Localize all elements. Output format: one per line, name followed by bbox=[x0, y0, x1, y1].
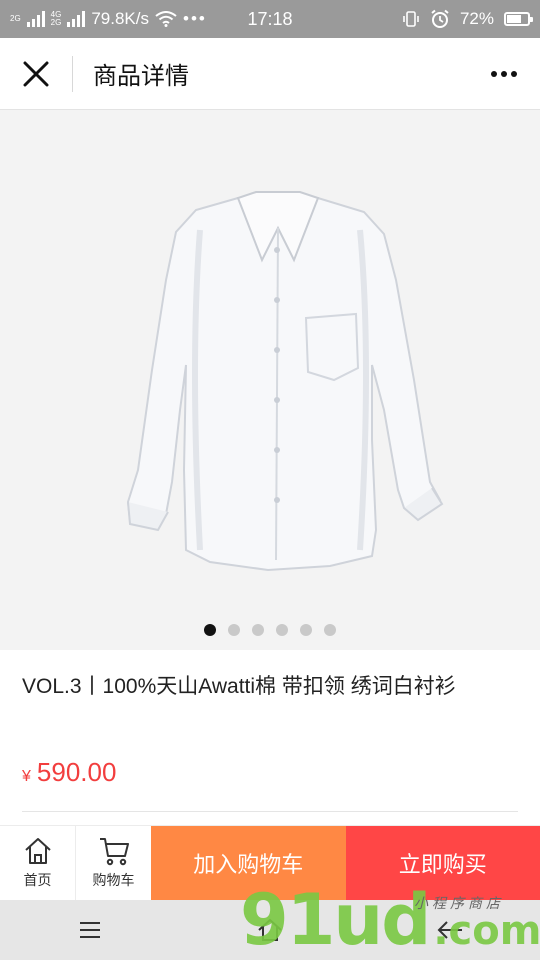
more-notifications-icon: ••• bbox=[183, 9, 207, 29]
home-outline-icon bbox=[257, 918, 283, 942]
vibrate-icon bbox=[402, 10, 420, 28]
menu-icon bbox=[78, 921, 102, 939]
back-button[interactable] bbox=[420, 900, 480, 960]
system-nav-bar bbox=[0, 900, 540, 960]
signal-icon-2 bbox=[67, 11, 85, 27]
net-speed: 79.8K/s bbox=[91, 9, 149, 29]
more-button[interactable] bbox=[468, 38, 540, 110]
add-to-cart-button[interactable]: 加入购物车 bbox=[151, 826, 346, 900]
home-label: 首页 bbox=[24, 870, 52, 890]
nav-divider bbox=[72, 56, 73, 92]
network-type: 4G2G bbox=[51, 11, 62, 27]
product-price: ¥ 590.00 bbox=[22, 757, 116, 788]
carousel-dot[interactable] bbox=[204, 624, 216, 636]
page-title: 商品详情 bbox=[93, 56, 189, 91]
carousel-dot[interactable] bbox=[300, 624, 312, 636]
home-icon bbox=[23, 836, 53, 866]
home-button[interactable]: 首页 bbox=[0, 826, 75, 900]
more-dot bbox=[491, 71, 497, 77]
carousel-dots bbox=[0, 624, 540, 636]
more-dot bbox=[501, 71, 507, 77]
close-icon bbox=[23, 61, 49, 87]
price-amount: 590.00 bbox=[37, 757, 117, 788]
status-bar: 2G 4G2G 79.8K/s ••• 17:18 72% bbox=[0, 0, 540, 38]
signal-icon bbox=[27, 11, 45, 27]
sim-tag: 2G bbox=[10, 15, 21, 23]
nav-bar: 商品详情 bbox=[0, 38, 540, 110]
menu-button[interactable] bbox=[60, 900, 120, 960]
close-button[interactable] bbox=[0, 38, 72, 110]
battery-icon bbox=[504, 12, 530, 26]
cart-icon bbox=[98, 836, 130, 866]
carousel-dot[interactable] bbox=[276, 624, 288, 636]
carousel-dot[interactable] bbox=[228, 624, 240, 636]
cart-label: 购物车 bbox=[93, 870, 135, 890]
status-left: 2G 4G2G 79.8K/s ••• bbox=[10, 9, 207, 29]
back-arrow-icon bbox=[436, 920, 464, 940]
carousel-dot[interactable] bbox=[252, 624, 264, 636]
currency-symbol: ¥ bbox=[22, 768, 31, 786]
status-right: 72% bbox=[402, 9, 530, 29]
wifi-icon bbox=[155, 11, 177, 27]
divider bbox=[22, 811, 518, 812]
product-gallery[interactable] bbox=[0, 110, 540, 650]
alarm-icon bbox=[430, 9, 450, 29]
carousel-dot[interactable] bbox=[324, 624, 336, 636]
more-dot bbox=[511, 71, 517, 77]
system-home-button[interactable] bbox=[240, 900, 300, 960]
cart-button[interactable]: 购物车 bbox=[75, 826, 151, 900]
buy-now-button[interactable]: 立即购买 bbox=[346, 826, 540, 900]
product-title: VOL.3丨100%天山Awatti棉 带扣领 绣词白衬衫 bbox=[22, 672, 522, 702]
product-image bbox=[0, 110, 540, 650]
battery-percent: 72% bbox=[460, 9, 494, 29]
action-bar: 首页 购物车 加入购物车 立即购买 bbox=[0, 825, 540, 900]
